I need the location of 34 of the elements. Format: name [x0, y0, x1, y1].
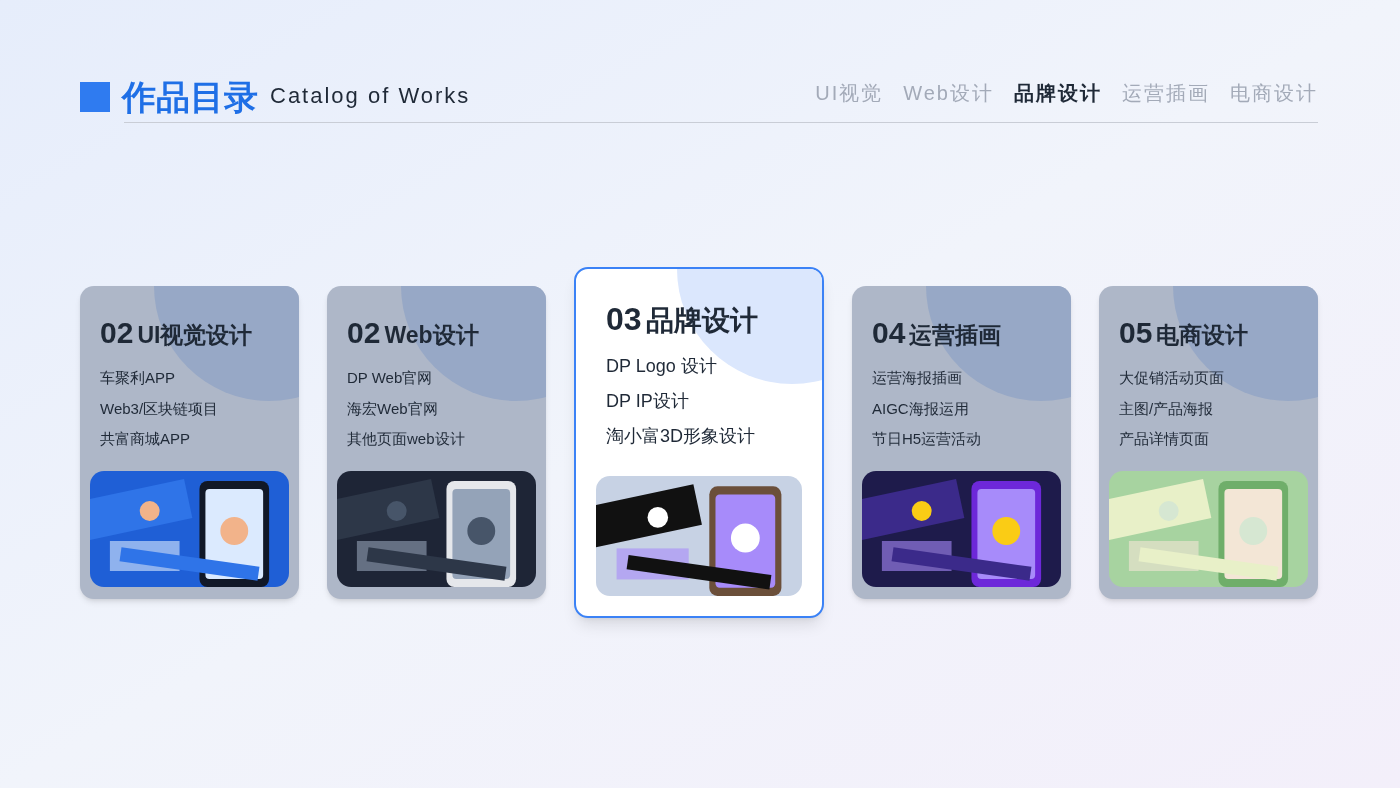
card-number: 02: [347, 315, 381, 351]
card-item: 产品详情页面: [1119, 429, 1210, 449]
card-item: AIGC海报运用: [872, 398, 970, 419]
card-item: 主图/产品海报: [1119, 398, 1215, 419]
card-number: 02: [100, 315, 134, 351]
card-title: UI视觉设计: [137, 321, 253, 350]
card-title: 运营插画: [909, 321, 1002, 350]
page-subtitle: Catalog of Works: [270, 82, 471, 110]
card-item: DP Logo 设计: [606, 355, 718, 378]
card-number: 04: [872, 315, 906, 351]
category-card[interactable]: 02 UI视觉设计 车聚利APP Web3/区块链项目 共富商城APP: [80, 286, 299, 599]
card-item: 淘小富3D形象设计: [606, 425, 756, 448]
page-title: 作品目录: [122, 80, 258, 114]
card-item: 车聚利APP: [100, 368, 176, 388]
card-title: 品牌设计: [645, 304, 758, 338]
card-item: 海宏Web官网: [347, 398, 439, 419]
category-card[interactable]: 03 品牌设计 DP Logo 设计 DP IP设计 淘小富3D形象设计: [574, 267, 824, 618]
card-item: DP Web官网: [347, 368, 434, 388]
card-number: 05: [1119, 315, 1153, 351]
card-item: 节日H5运营活动: [872, 429, 983, 449]
square-icon: [80, 82, 110, 112]
card-item: 共富商城APP: [100, 429, 191, 449]
card-number: 03: [606, 300, 642, 339]
card-item: Web3/区块链项目: [100, 398, 220, 419]
category-card[interactable]: 02Web设计 DP Web官网 海宏Web官网 其他页面web设计: [327, 286, 546, 599]
card-item: 其他页面web设计: [347, 429, 466, 449]
card-item: 运营海报插画: [872, 368, 963, 388]
card-title: Web设计: [384, 321, 479, 350]
card-item: 大促销活动页面: [1119, 368, 1225, 388]
category-card[interactable]: 05 电商设计 大促销活动页面 主图/产品海报 产品详情页面: [1099, 286, 1318, 599]
card-title: 电商设计: [1156, 321, 1249, 350]
category-tab[interactable]: 品牌设计: [1014, 78, 1102, 108]
category-card[interactable]: 04运营插画 运营海报插画 AIGC海报运用 节日H5运营活动: [852, 286, 1071, 599]
card-item: DP IP设计: [606, 390, 690, 413]
